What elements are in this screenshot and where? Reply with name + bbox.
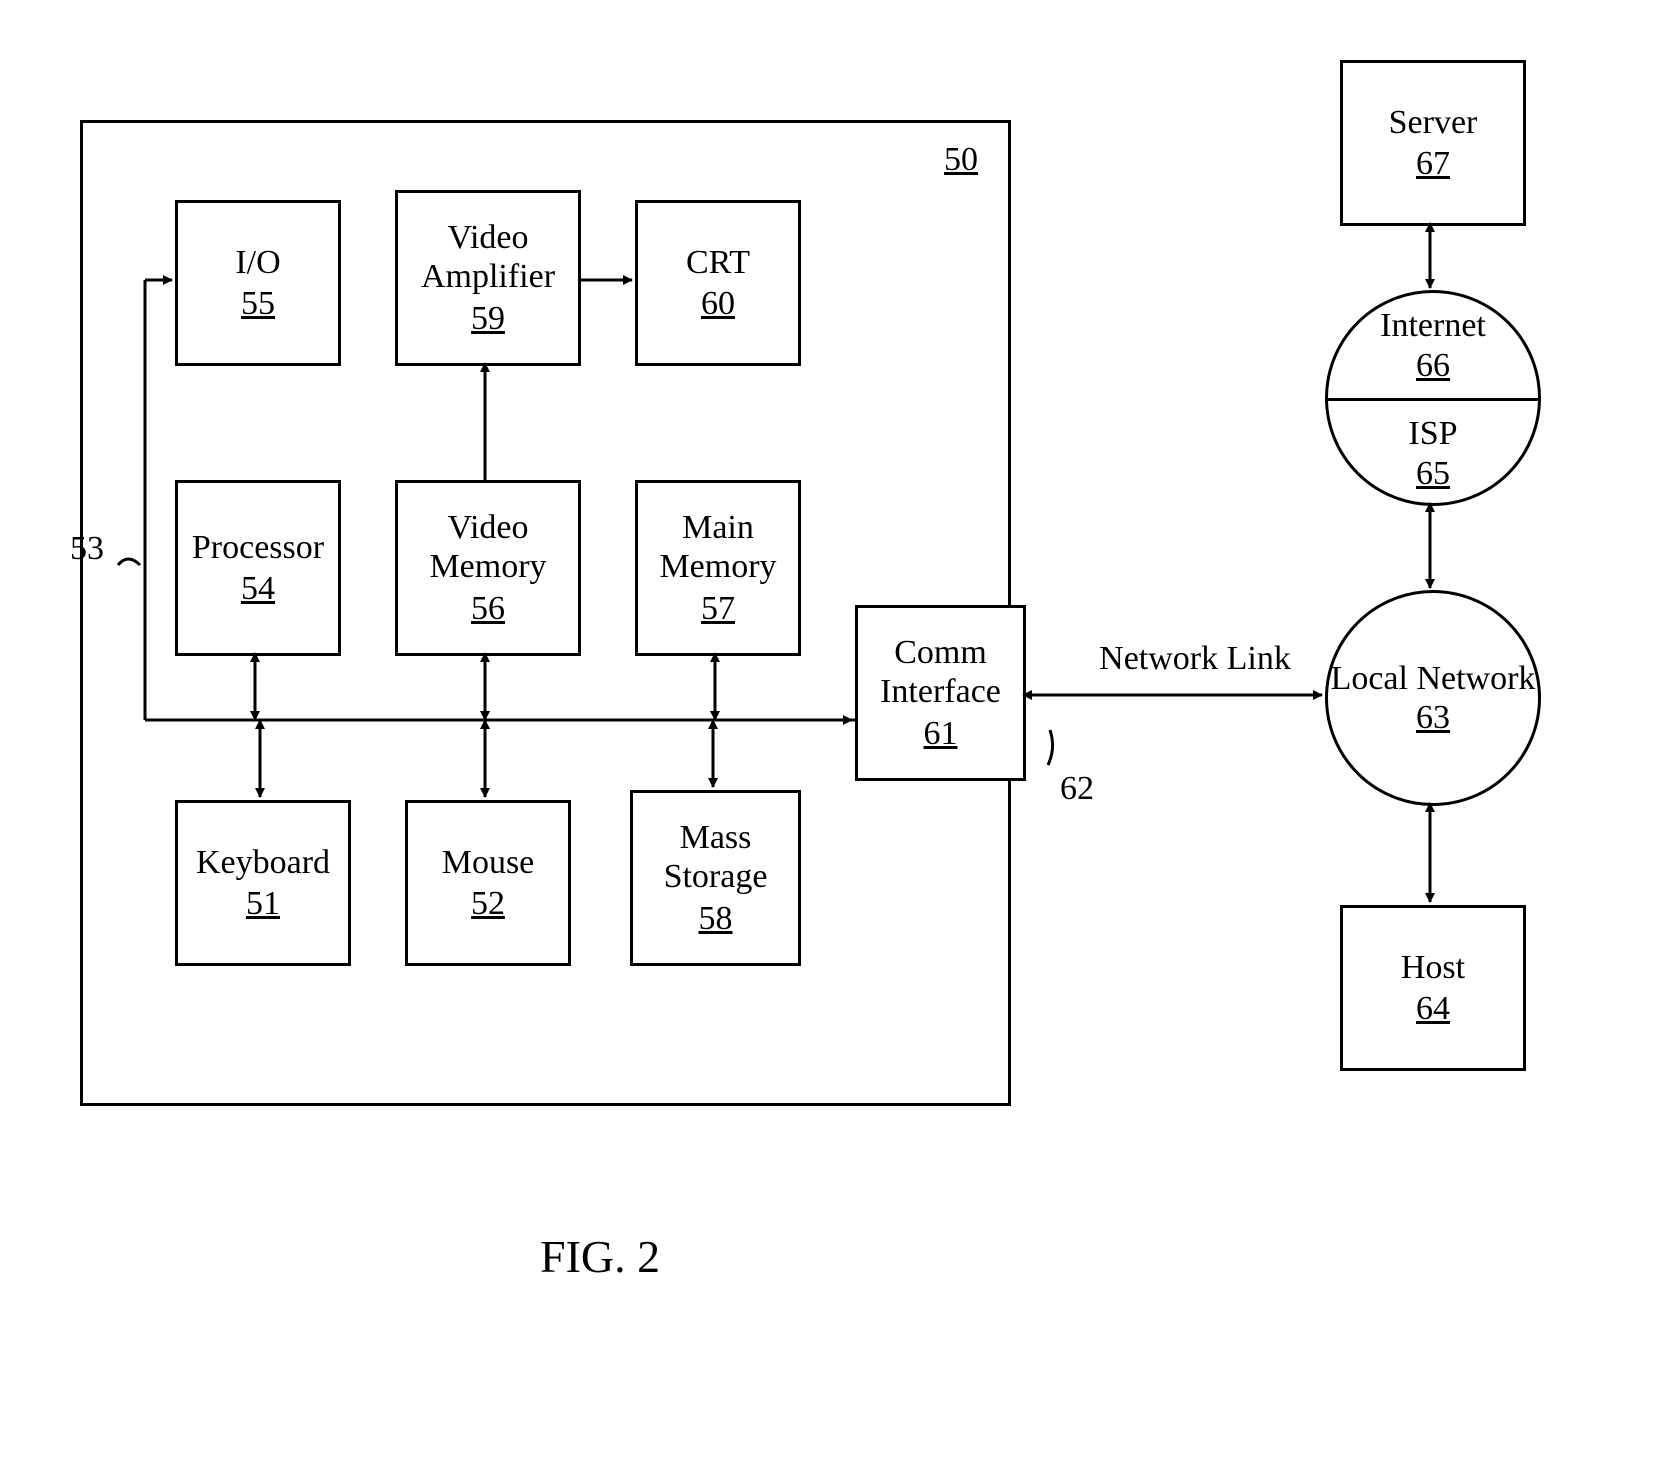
block-keyboard-label: Keyboard [196, 843, 330, 882]
block-io: I/O 55 [175, 200, 341, 366]
block-io-num: 55 [241, 284, 275, 323]
block-server-label: Server [1389, 103, 1478, 142]
block-keyboard-num: 51 [246, 884, 280, 923]
diagram-canvas: 50 I/O 55 Video Amplifier 59 CRT 60 Proc… [0, 0, 1659, 1473]
block-isp: ISP 65 [1328, 401, 1538, 506]
block-videoamp-num: 59 [471, 299, 505, 338]
block-keyboard: Keyboard 51 [175, 800, 351, 966]
block-server-num: 67 [1416, 144, 1450, 183]
block-processor-num: 54 [241, 569, 275, 608]
block-mass-label: Mass Storage [633, 818, 798, 896]
block-videoamp-label: Video Amplifier [398, 218, 578, 296]
block-video-memory: Video Memory 56 [395, 480, 581, 656]
block-mouse-num: 52 [471, 884, 505, 923]
block-main-memory: Main Memory 57 [635, 480, 801, 656]
block-comm-label: Comm Interface [858, 633, 1023, 711]
frame-number: 50 [944, 141, 978, 179]
block-isp-label: ISP [1408, 414, 1457, 453]
block-mouse-label: Mouse [442, 843, 535, 882]
block-host-num: 64 [1416, 989, 1450, 1028]
block-host: Host 64 [1340, 905, 1526, 1071]
block-mainmem-label: Main Memory [638, 508, 798, 586]
block-crt-num: 60 [701, 284, 735, 323]
block-crt: CRT 60 [635, 200, 801, 366]
block-video-amplifier: Video Amplifier 59 [395, 190, 581, 366]
block-localnet-label: Local Network [1331, 659, 1536, 698]
block-processor: Processor 54 [175, 480, 341, 656]
block-host-label: Host [1401, 948, 1465, 987]
block-localnet-num: 63 [1416, 698, 1450, 737]
block-server: Server 67 [1340, 60, 1526, 226]
bus-label: 53 [70, 530, 104, 568]
network-link-label: Network Link [1095, 640, 1295, 678]
block-comm-num: 61 [924, 714, 958, 753]
block-isp-num: 65 [1416, 454, 1450, 493]
block-local-network: Local Network 63 [1325, 590, 1541, 806]
block-io-label: I/O [235, 243, 280, 282]
block-crt-label: CRT [686, 243, 750, 282]
figure-caption: FIG. 2 [540, 1230, 660, 1283]
block-mass-storage: Mass Storage 58 [630, 790, 801, 966]
block-videomem-label: Video Memory [398, 508, 578, 586]
block-internet-label: Internet [1380, 306, 1486, 345]
block-videomem-num: 56 [471, 589, 505, 628]
network-link-num: 62 [1060, 770, 1094, 808]
block-internet-isp: Internet 66 ISP 65 [1325, 290, 1541, 506]
block-mouse: Mouse 52 [405, 800, 571, 966]
block-processor-label: Processor [192, 528, 324, 567]
block-internet: Internet 66 [1328, 293, 1538, 401]
block-mainmem-num: 57 [701, 589, 735, 628]
block-internet-num: 66 [1416, 346, 1450, 385]
block-comm-interface: Comm Interface 61 [855, 605, 1026, 781]
block-mass-num: 58 [699, 899, 733, 938]
